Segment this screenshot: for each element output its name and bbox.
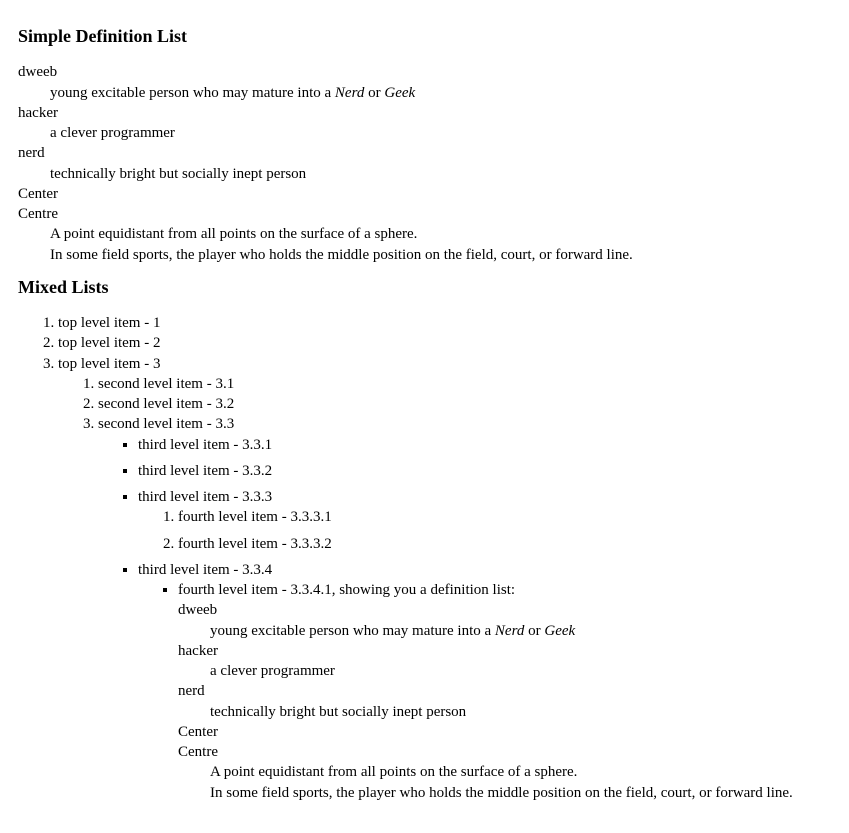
def-desc-dweeb-pre: young excitable person who may mature in… xyxy=(210,623,495,639)
list-item: third level item - 3.3.4 fourth level it… xyxy=(138,560,831,803)
def-term-hacker: hacker xyxy=(18,103,831,123)
def-term-dweeb: dweeb xyxy=(178,600,831,620)
def-desc-nerd: technically bright but socially inept pe… xyxy=(210,702,831,722)
def-term-nerd: nerd xyxy=(178,681,831,701)
list-item: third level item - 3.3.3 fourth level it… xyxy=(138,487,831,554)
list-item: second level item - 3.2 xyxy=(98,394,831,414)
def-term-dweeb: dweeb xyxy=(18,62,831,82)
def-desc-dweeb-em2: Geek xyxy=(384,85,415,101)
def-desc-dweeb-mid: or xyxy=(524,623,544,639)
list-item-label: fourth level item - 3.3.4.1, showing you… xyxy=(178,582,515,598)
list-item: fourth level item - 3.3.4.1, showing you… xyxy=(178,580,831,803)
ordered-list-level-4: fourth level item - 3.3.3.1 fourth level… xyxy=(138,507,831,554)
nested-definition-list: dweeb young excitable person who may mat… xyxy=(178,600,831,803)
list-item: third level item - 3.3.1 xyxy=(138,435,831,455)
list-item: top level item - 1 xyxy=(58,313,831,333)
def-term-centre: Centre xyxy=(178,742,831,762)
def-term-center: Center xyxy=(178,722,831,742)
list-item: second level item - 3.1 xyxy=(98,374,831,394)
def-desc-dweeb: young excitable person who may mature in… xyxy=(210,621,831,641)
def-desc-hacker: a clever programmer xyxy=(50,123,831,143)
definition-list: dweeb young excitable person who may mat… xyxy=(18,62,831,265)
def-desc-nerd: technically bright but socially inept pe… xyxy=(50,164,831,184)
list-item: fourth level item - 3.3.3.1 xyxy=(178,507,831,527)
def-desc-dweeb-em2: Geek xyxy=(544,623,575,639)
def-desc-dweeb: young excitable person who may mature in… xyxy=(50,83,831,103)
list-item: fourth level item - 3.3.3.2 xyxy=(178,534,831,554)
list-item-label: third level item - 3.3.3 xyxy=(138,489,272,505)
list-item: top level item - 2 xyxy=(58,333,831,353)
list-item-label: third level item - 3.3.4 xyxy=(138,562,272,578)
list-item: top level item - 3 second level item - 3… xyxy=(58,354,831,803)
heading-simple-definition-list: Simple Definition List xyxy=(18,24,831,48)
list-item: third level item - 3.3.2 xyxy=(138,461,831,481)
def-desc-dweeb-mid: or xyxy=(364,85,384,101)
list-item-label: top level item - 3 xyxy=(58,356,160,372)
unordered-list-level-3: third level item - 3.3.1 third level ite… xyxy=(98,435,831,803)
ordered-list-level-2: second level item - 3.1 second level ite… xyxy=(58,374,831,803)
def-desc-center-2: In some field sports, the player who hol… xyxy=(50,245,831,265)
def-term-hacker: hacker xyxy=(178,641,831,661)
def-desc-dweeb-em1: Nerd xyxy=(335,85,364,101)
ordered-list-level-1: top level item - 1 top level item - 2 to… xyxy=(18,313,831,803)
def-desc-center-1: A point equidistant from all points on t… xyxy=(50,224,831,244)
heading-mixed-lists: Mixed Lists xyxy=(18,275,831,299)
def-term-center: Center xyxy=(18,184,831,204)
def-term-nerd: nerd xyxy=(18,143,831,163)
def-desc-center-1: A point equidistant from all points on t… xyxy=(210,762,831,782)
def-desc-dweeb-em1: Nerd xyxy=(495,623,524,639)
list-item-label: second level item - 3.3 xyxy=(98,416,234,432)
def-desc-dweeb-pre: young excitable person who may mature in… xyxy=(50,85,335,101)
document-page: Simple Definition List dweeb young excit… xyxy=(0,0,849,833)
def-desc-center-2: In some field sports, the player who hol… xyxy=(210,783,831,803)
list-item: second level item - 3.3 third level item… xyxy=(98,414,831,803)
def-term-centre: Centre xyxy=(18,204,831,224)
def-desc-hacker: a clever programmer xyxy=(210,661,831,681)
unordered-list-level-4: fourth level item - 3.3.4.1, showing you… xyxy=(138,580,831,803)
